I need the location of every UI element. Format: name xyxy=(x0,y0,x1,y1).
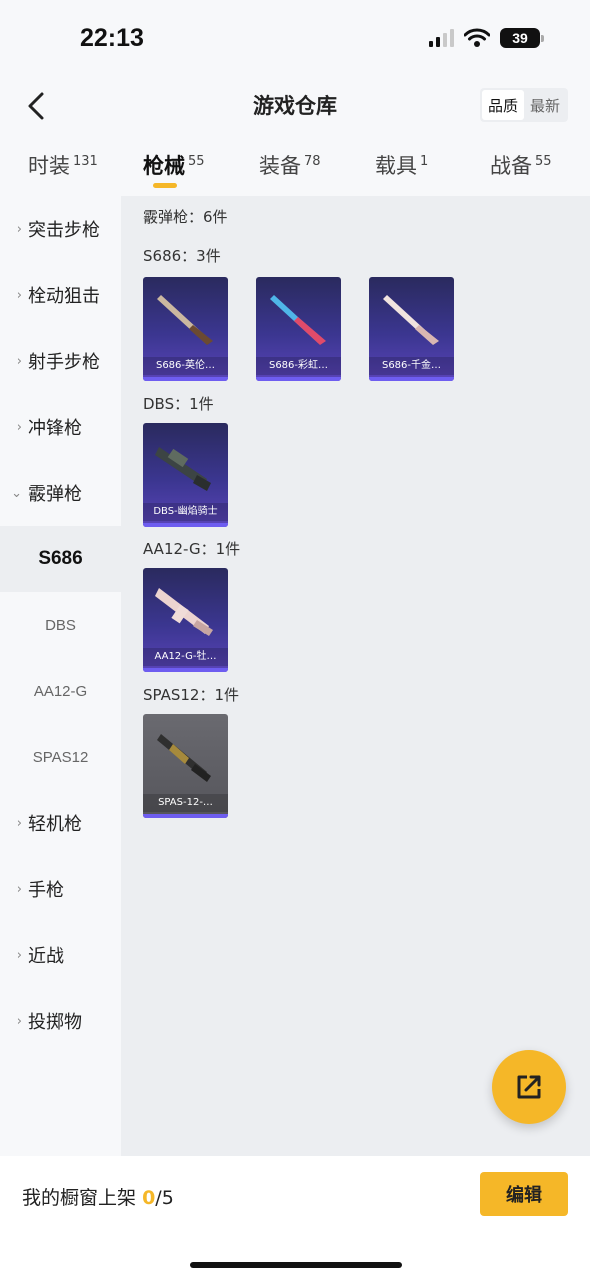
tab-label: 枪械 xyxy=(143,154,185,178)
tab-vehicles[interactable]: 载具 1 xyxy=(375,150,428,180)
item-card[interactable]: SPAS-12-… xyxy=(143,714,228,818)
battery-icon: 39 xyxy=(500,28,544,48)
tab-count: 78 xyxy=(304,154,321,169)
sidebar-subitem-s686[interactable]: S686 xyxy=(0,526,121,592)
sidebar-item-label: 近战 xyxy=(28,946,64,967)
sidebar-item-label: 冲锋枪 xyxy=(28,418,82,439)
tab-count: 131 xyxy=(73,154,98,169)
sidebar-item-shotgun[interactable]: ⌄ 霰弹枪 xyxy=(0,460,121,526)
sidebar-item-label: 投掷物 xyxy=(28,1012,82,1033)
back-icon[interactable] xyxy=(22,86,50,126)
share-icon xyxy=(517,1075,541,1099)
tab-label: 战备 xyxy=(490,154,532,178)
tab-active-indicator xyxy=(153,183,177,188)
sidebar-subitem-spas12[interactable]: SPAS12 xyxy=(0,724,121,790)
quality-bar xyxy=(369,377,454,381)
item-name: S686-千金… xyxy=(369,357,454,375)
chevron-right-icon: › xyxy=(16,947,22,963)
sidebar-item-label: 轻机枪 xyxy=(28,814,82,835)
tab-equipment[interactable]: 装备 78 xyxy=(259,150,321,180)
category-tabs: 时装 131 枪械 55 装备 78 载具 1 战备 55 xyxy=(0,140,590,196)
sidebar-item-pistol[interactable]: › 手枪 xyxy=(0,856,121,922)
shotgun-icon xyxy=(155,447,211,491)
shotgun-icon xyxy=(155,588,213,636)
showcase-current-count: 0 xyxy=(142,1187,156,1209)
chevron-right-icon: › xyxy=(16,815,22,831)
shotgun-icon xyxy=(157,295,213,345)
tab-label: 载具 xyxy=(375,154,417,178)
showcase-label: 我的橱窗上架 xyxy=(22,1187,137,1209)
item-card[interactable]: S686-千金… xyxy=(369,277,454,381)
chevron-right-icon: › xyxy=(16,1013,22,1029)
tab-label: 装备 xyxy=(259,154,301,178)
chevron-right-icon: › xyxy=(16,221,22,237)
share-button[interactable] xyxy=(492,1050,566,1124)
edit-button[interactable]: 编辑 xyxy=(480,1172,568,1216)
quality-bar xyxy=(143,814,228,818)
group-heading: DBS：1件 xyxy=(143,395,214,413)
quality-bar xyxy=(143,668,228,672)
item-card[interactable]: AA12-G-牡… xyxy=(143,568,228,672)
quality-bar xyxy=(143,377,228,381)
item-card[interactable]: S686-彩虹… xyxy=(256,277,341,381)
quality-bar xyxy=(256,377,341,381)
sidebar-item-label: 栓动狙击 xyxy=(28,286,100,307)
sidebar-item-label: 射手步枪 xyxy=(28,352,100,373)
shotgun-icon xyxy=(157,734,211,782)
item-name: S686-彩虹… xyxy=(256,357,341,375)
chevron-down-icon: ⌄ xyxy=(11,485,22,501)
chevron-right-icon: › xyxy=(16,353,22,369)
sidebar-item-bolt-sniper[interactable]: › 栓动狙击 xyxy=(0,262,121,328)
chevron-right-icon: › xyxy=(16,419,22,435)
sidebar-subitem-dbs[interactable]: DBS xyxy=(0,592,121,658)
sidebar-item-label: 突击步枪 xyxy=(28,220,100,241)
sidebar-item-label: 霰弹枪 xyxy=(28,484,82,505)
item-grid: 霰弹枪：6件 S686：3件 S686-英伦… S686-彩虹… S686-千金… xyxy=(121,196,590,1156)
sidebar-item-melee[interactable]: › 近战 xyxy=(0,922,121,988)
sidebar-item-smg[interactable]: › 冲锋枪 xyxy=(0,394,121,460)
sidebar: › 突击步枪 › 栓动狙击 › 射手步枪 › 冲锋枪 ⌄ 霰弹枪 S686 DBS AA1… xyxy=(0,196,121,1156)
status-icons: 39 xyxy=(429,28,544,48)
wifi-icon xyxy=(464,28,490,47)
tab-label: 时装 xyxy=(28,154,70,178)
sidebar-item-lmg[interactable]: › 轻机枪 xyxy=(0,790,121,856)
item-name: S686-英伦… xyxy=(143,357,228,375)
item-name: DBS-幽焰骑士 xyxy=(143,503,228,521)
sidebar-item-label: 手枪 xyxy=(28,880,64,901)
tab-supplies[interactable]: 战备 55 xyxy=(490,150,552,180)
sort-option-quality[interactable]: 品质 xyxy=(481,90,524,120)
bottom-bar: 我的橱窗上架 0/5 编辑 xyxy=(0,1156,590,1280)
group-heading: AA12-G：1件 xyxy=(143,540,241,558)
sort-toggle: 品质 最新 xyxy=(479,88,568,122)
chevron-right-icon: › xyxy=(16,287,22,303)
tab-count: 1 xyxy=(420,154,429,169)
tab-firearms[interactable]: 枪械 55 xyxy=(143,150,205,180)
group-heading: SPAS12：1件 xyxy=(143,686,240,704)
item-name: AA12-G-牡… xyxy=(143,648,228,666)
tab-count: 55 xyxy=(188,154,205,169)
shotgun-icon xyxy=(270,295,326,345)
item-card[interactable]: S686-英伦… xyxy=(143,277,228,381)
status-bar: 22:13 39 xyxy=(0,0,590,78)
sort-option-latest[interactable]: 最新 xyxy=(524,90,566,120)
showcase-total-count: /5 xyxy=(155,1187,174,1209)
sidebar-item-marksman-rifle[interactable]: › 射手步枪 xyxy=(0,328,121,394)
tab-count: 55 xyxy=(535,154,552,169)
header: 游戏仓库 品质 最新 xyxy=(0,78,590,134)
home-indicator xyxy=(190,1262,402,1268)
category-summary: 霰弹枪：6件 xyxy=(143,208,228,226)
sidebar-item-throwable[interactable]: › 投掷物 xyxy=(0,988,121,1054)
tab-fashion[interactable]: 时装 131 xyxy=(28,150,98,180)
showcase-status: 我的橱窗上架 0/5 xyxy=(22,1183,174,1210)
chevron-right-icon: › xyxy=(16,881,22,897)
quality-bar xyxy=(143,523,228,527)
shotgun-icon xyxy=(383,295,439,345)
status-time: 22:13 xyxy=(80,24,144,52)
item-card[interactable]: DBS-幽焰骑士 xyxy=(143,423,228,527)
signal-icon xyxy=(429,29,454,47)
group-heading: S686：3件 xyxy=(143,247,221,265)
sidebar-subitem-aa12g[interactable]: AA12-G xyxy=(0,658,121,724)
item-name: SPAS-12-… xyxy=(143,794,228,812)
sidebar-item-assault-rifle[interactable]: › 突击步枪 xyxy=(0,196,121,262)
